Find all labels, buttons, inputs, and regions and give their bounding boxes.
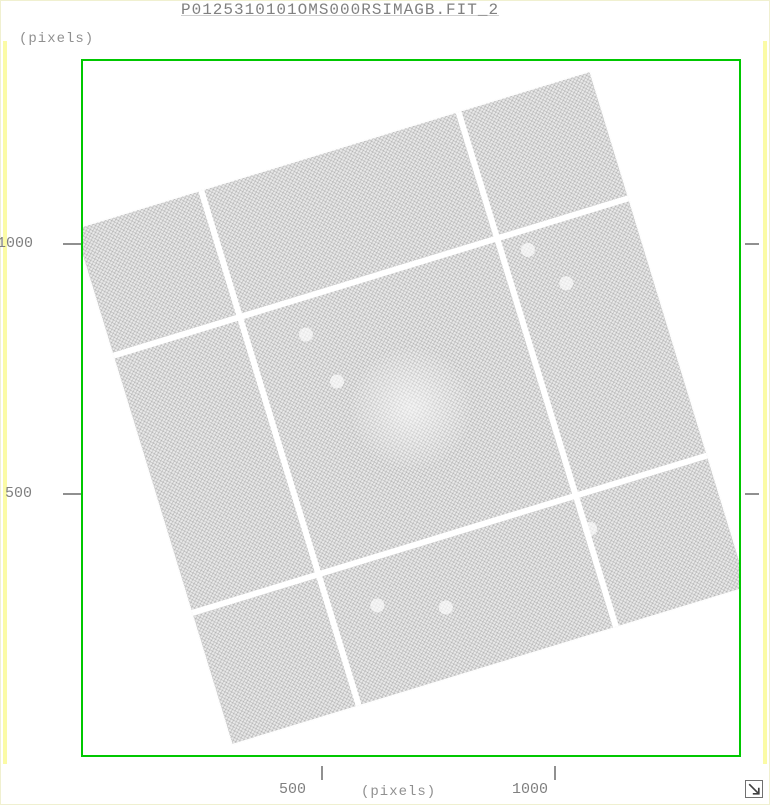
x-tick-mark bbox=[554, 766, 556, 780]
chip-gap bbox=[113, 196, 629, 359]
x-tick-500: 500 bbox=[279, 781, 306, 798]
left-highlight bbox=[3, 41, 7, 764]
source-dot bbox=[519, 242, 536, 259]
chip-gap bbox=[199, 190, 362, 706]
chip-gap bbox=[456, 111, 619, 627]
x-tick-1000: 1000 bbox=[512, 781, 548, 798]
fits-image[interactable] bbox=[81, 71, 741, 745]
plot-area[interactable] bbox=[81, 59, 741, 757]
resize-arrow-icon bbox=[748, 783, 760, 795]
y-tick-mark bbox=[63, 493, 81, 495]
source-dot bbox=[437, 599, 454, 616]
source-dot bbox=[557, 275, 574, 292]
window-title: P0125310101OMS000RSIMAGB.FIT_2 bbox=[181, 1, 499, 21]
x-tick-mark bbox=[321, 766, 323, 780]
right-tick-mark bbox=[745, 243, 759, 245]
source-dot bbox=[328, 373, 345, 390]
source-dot bbox=[369, 597, 386, 614]
y-tick-1000: 1000 bbox=[0, 235, 33, 252]
y-tick-mark bbox=[63, 243, 81, 245]
right-tick-mark bbox=[745, 493, 759, 495]
source-dot bbox=[297, 326, 314, 343]
y-axis-label: (pixels) bbox=[19, 31, 94, 47]
central-source bbox=[336, 333, 486, 483]
y-tick-500: 500 bbox=[5, 485, 32, 502]
chip-gap bbox=[192, 453, 708, 616]
image-viewer-window: P0125310101OMS000RSIMAGB.FIT_2 (pixels) … bbox=[0, 0, 770, 805]
right-highlight bbox=[763, 41, 767, 764]
resize-handle[interactable] bbox=[745, 780, 763, 798]
x-axis-label: (pixels) bbox=[361, 784, 436, 800]
